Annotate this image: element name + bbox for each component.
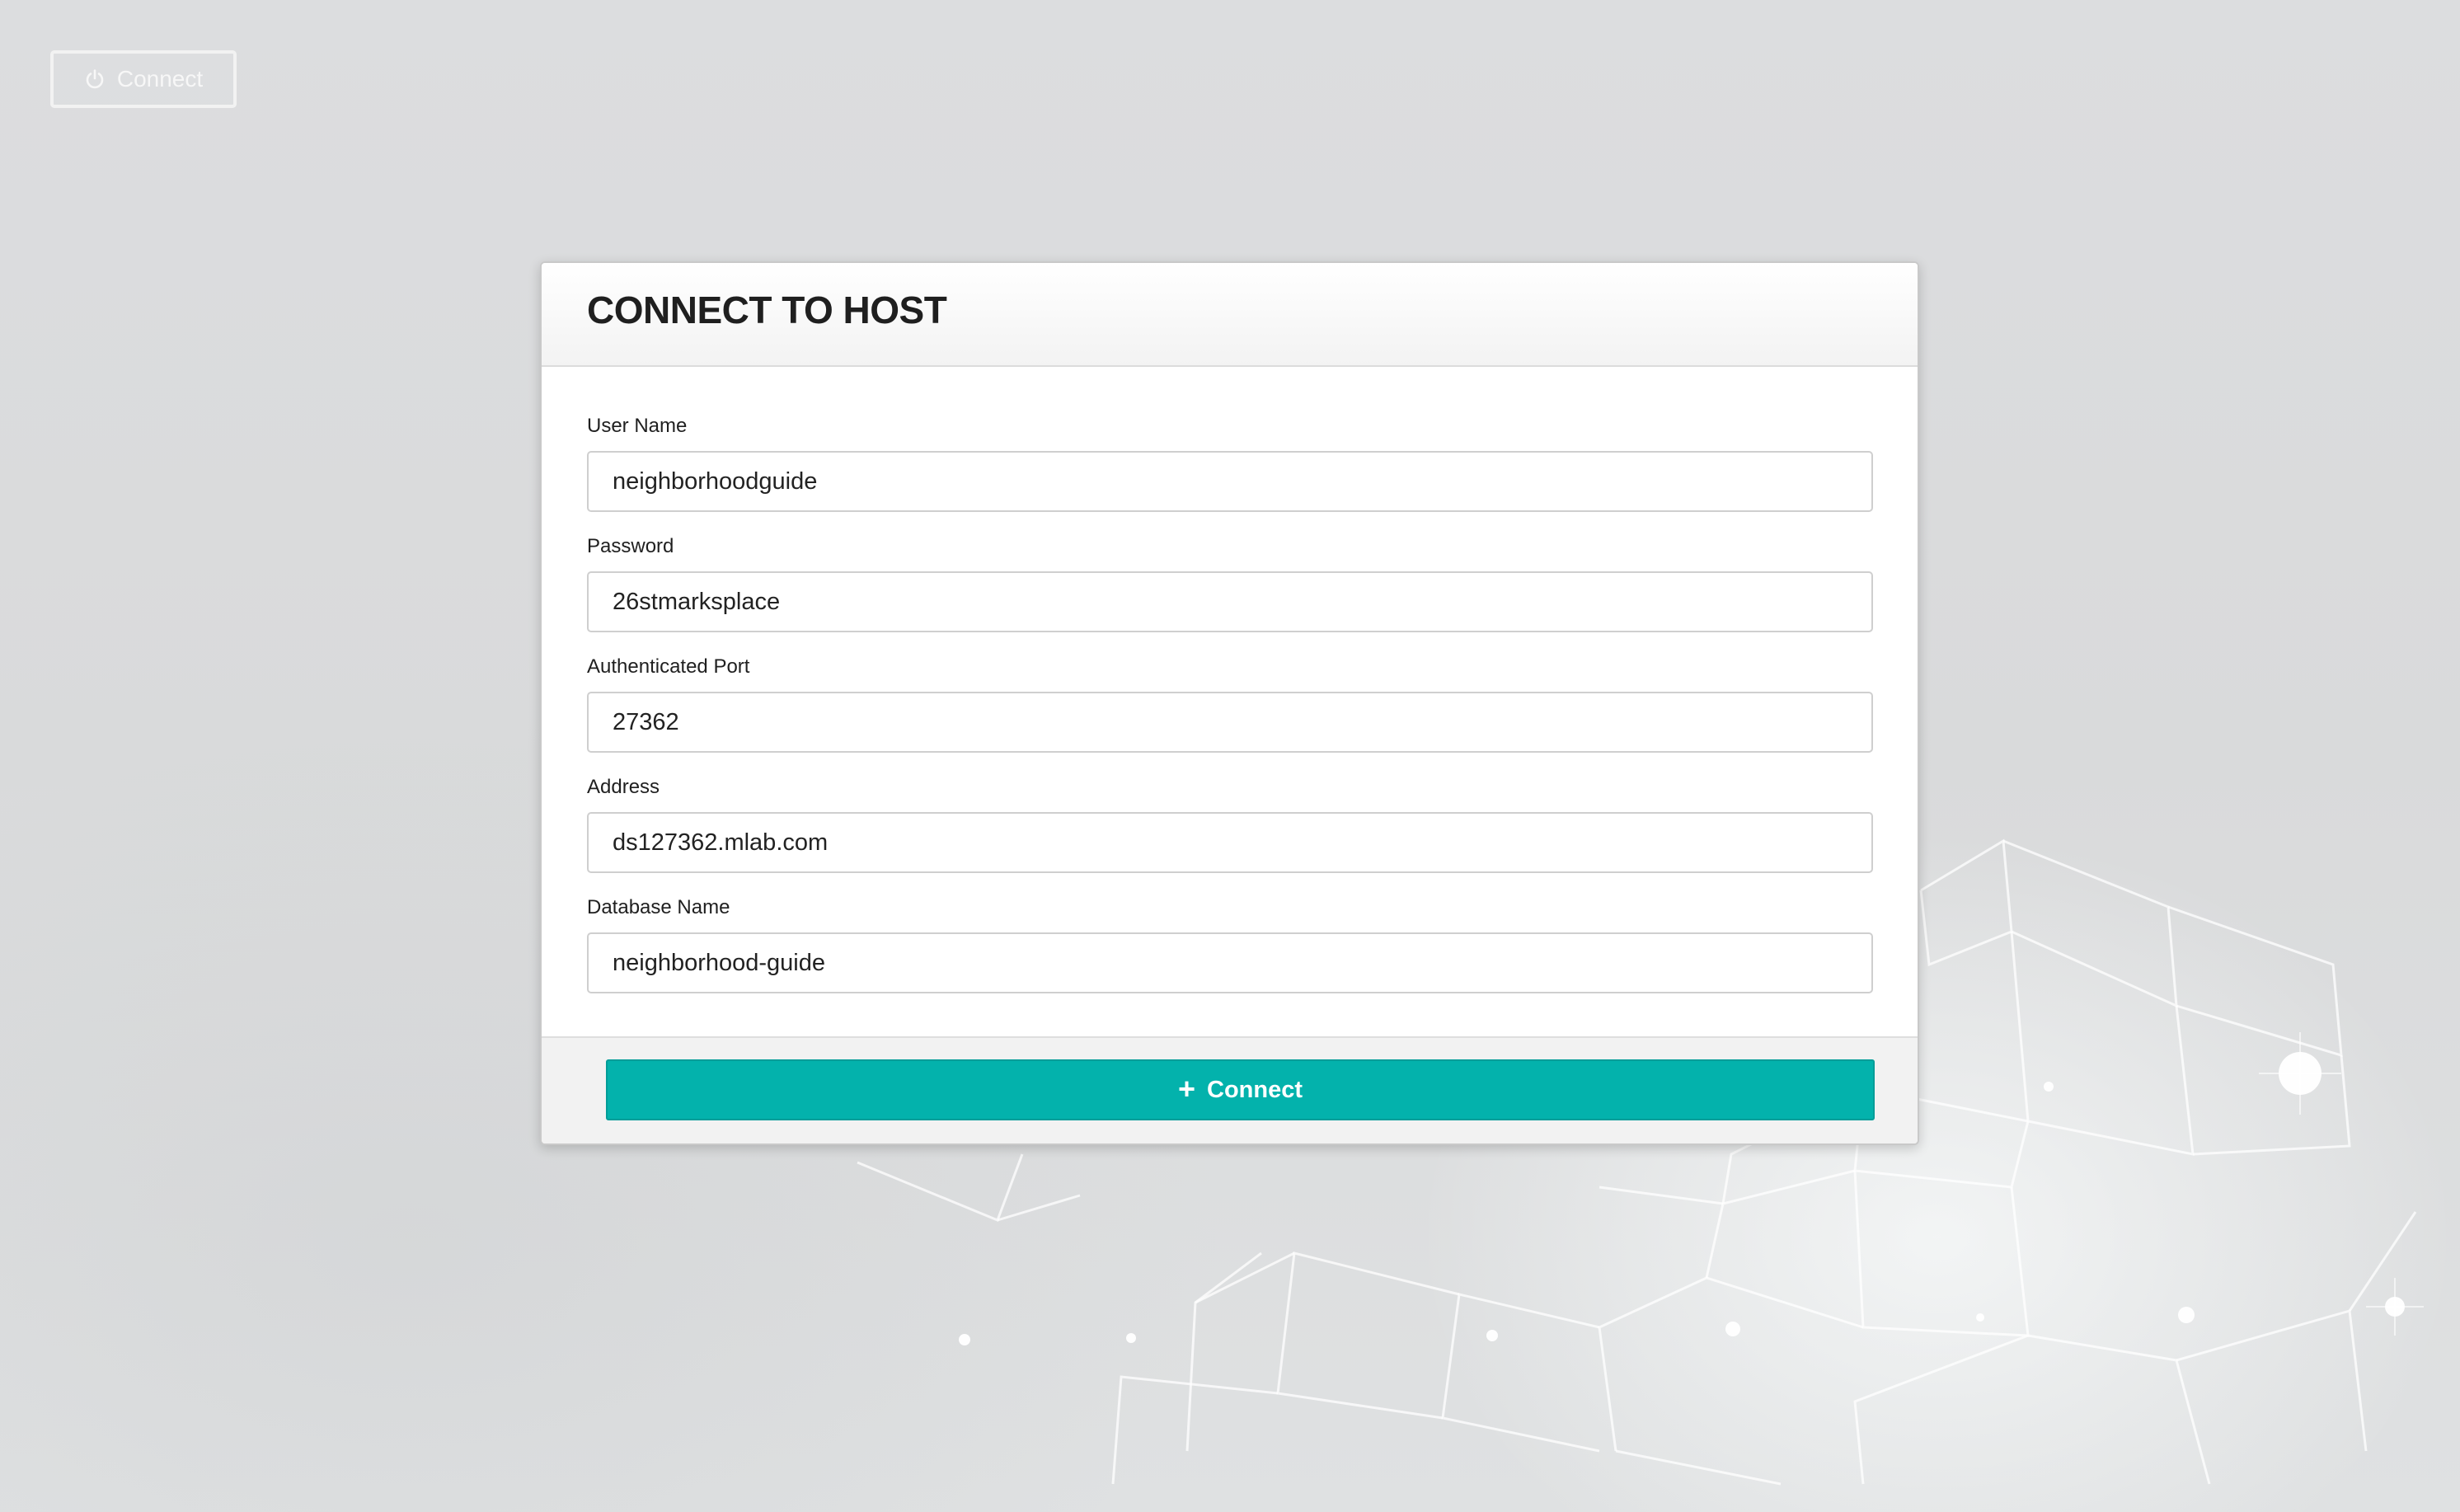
database-name-label: Database Name xyxy=(587,896,730,918)
username-input[interactable] xyxy=(587,451,1873,512)
address-input[interactable] xyxy=(587,812,1873,873)
header-connect-label: Connect xyxy=(116,66,204,92)
password-input[interactable] xyxy=(587,571,1873,632)
port-label: Authenticated Port xyxy=(587,655,750,678)
connect-submit-button[interactable]: + Connect xyxy=(606,1059,1875,1120)
username-label: User Name xyxy=(587,415,688,437)
connect-submit-label: Connect xyxy=(1207,1076,1303,1103)
plus-icon: + xyxy=(1177,1071,1196,1106)
dialog-footer: + Connect xyxy=(542,1036,1918,1143)
port-input[interactable] xyxy=(587,692,1873,753)
dialog-title: CONNECT TO HOST xyxy=(587,289,947,331)
dialog-header: CONNECT TO HOST xyxy=(542,263,1918,367)
connect-to-host-dialog: CONNECT TO HOST User Name Password Authe… xyxy=(540,261,1919,1145)
password-label: Password xyxy=(587,535,674,557)
database-name-input[interactable] xyxy=(587,932,1873,993)
address-label: Address xyxy=(587,776,660,798)
header-connect-button[interactable]: Connect xyxy=(50,50,237,108)
power-icon xyxy=(84,68,106,90)
